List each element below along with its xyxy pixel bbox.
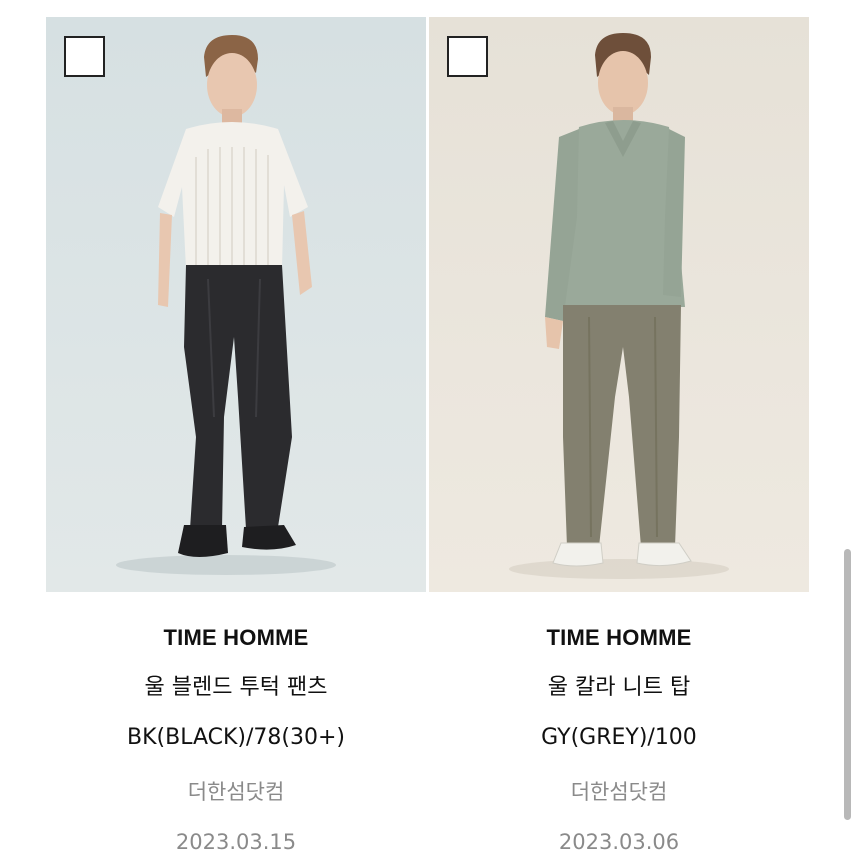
product-brand: TIME HOMME [546, 625, 692, 650]
product-info: TIME HOMME 울 블렌드 투턱 팬츠 BK(BLACK)/78(30+)… [46, 625, 426, 854]
product-brand: TIME HOMME [163, 625, 309, 650]
product-option: BK(BLACK)/78(30+) [127, 725, 345, 750]
product-seller: 더한섬닷컴 [570, 780, 668, 804]
select-checkbox[interactable] [64, 36, 105, 77]
product-date: 2023.03.06 [558, 830, 680, 854]
model-illustration [116, 35, 336, 575]
product-card[interactable]: TIME HOMME 울 칼라 니트 탑 GY(GREY)/100 더한섬닷컴 … [429, 17, 809, 854]
product-image[interactable] [46, 17, 426, 592]
product-date: 2023.03.15 [175, 830, 297, 854]
product-option: GY(GREY)/100 [541, 725, 697, 750]
product-name[interactable]: 울 블렌드 투턱 팬츠 [46, 669, 426, 701]
model-illustration [509, 33, 729, 579]
select-checkbox[interactable] [447, 36, 488, 77]
product-image[interactable] [429, 17, 809, 592]
product-info: TIME HOMME 울 칼라 니트 탑 GY(GREY)/100 더한섬닷컴 … [429, 625, 809, 854]
product-seller: 더한섬닷컴 [187, 780, 285, 804]
scrollbar[interactable] [844, 549, 851, 820]
product-name[interactable]: 울 칼라 니트 탑 [429, 669, 809, 701]
product-card[interactable]: TIME HOMME 울 블렌드 투턱 팬츠 BK(BLACK)/78(30+)… [46, 17, 426, 854]
